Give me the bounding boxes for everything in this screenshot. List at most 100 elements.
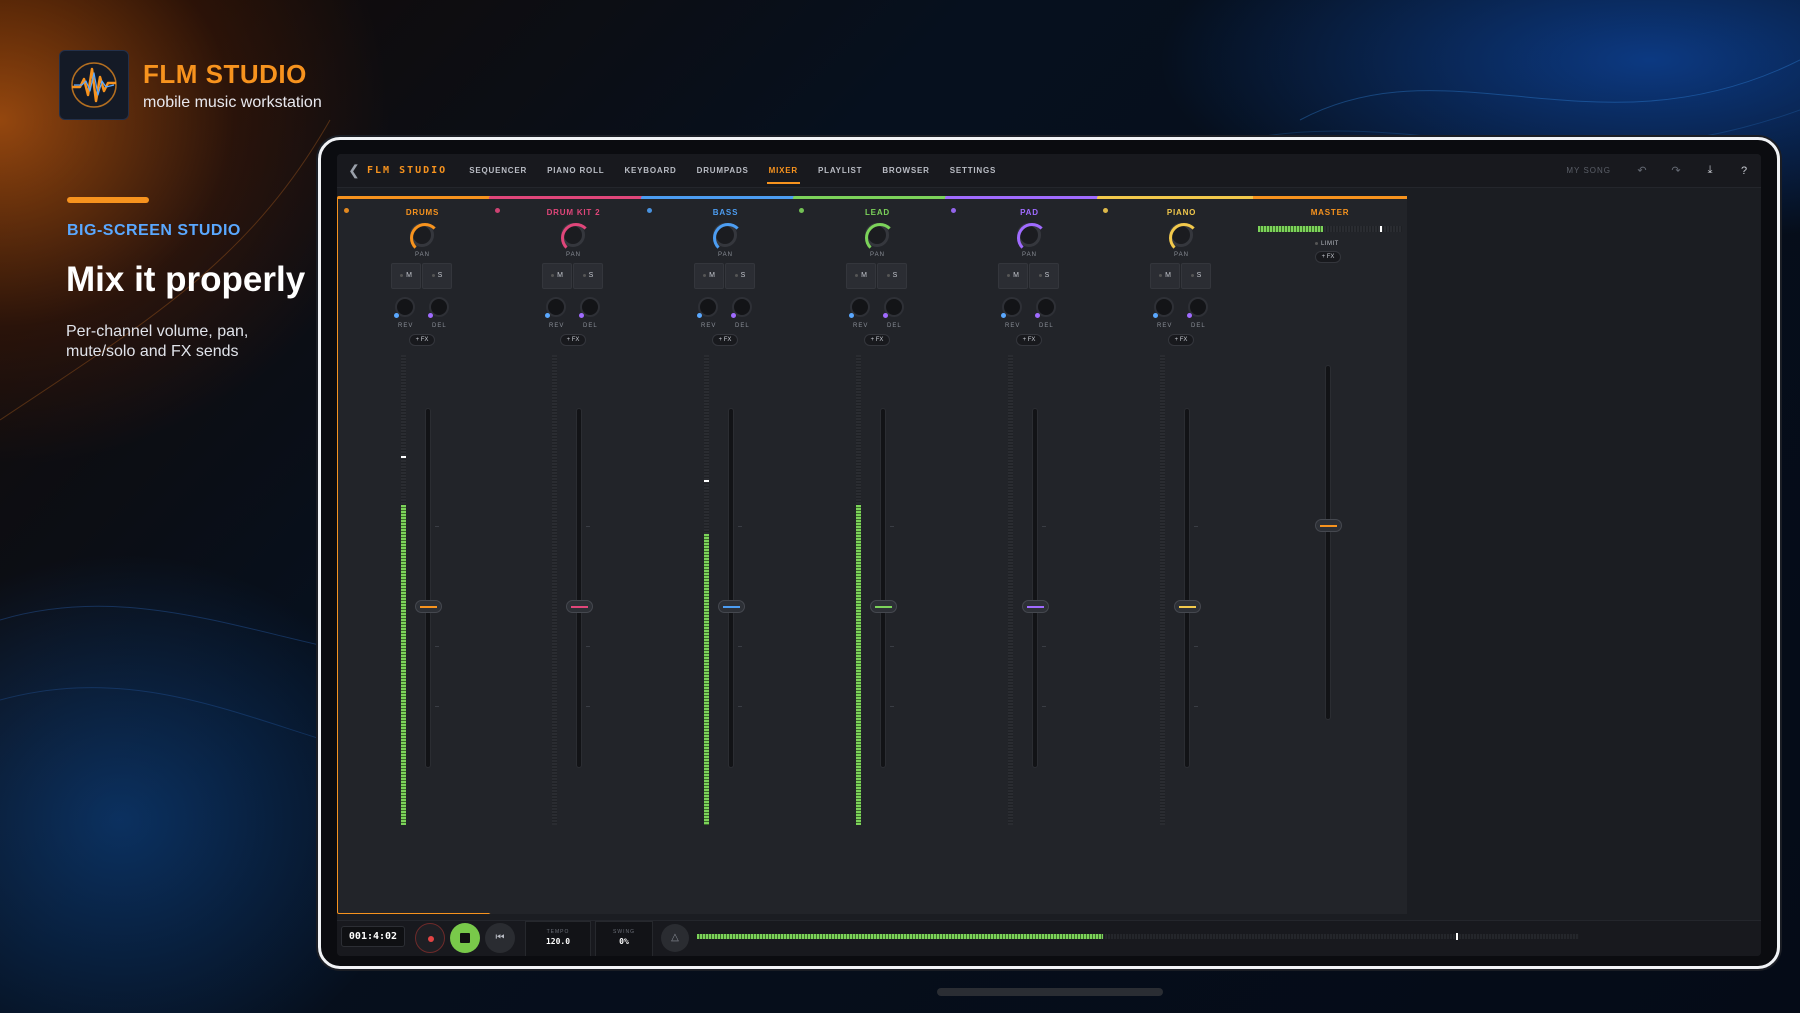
solo-button[interactable]: S: [877, 263, 907, 289]
reverb-send-knob[interactable]: [394, 297, 415, 318]
mute-button[interactable]: M: [391, 263, 421, 289]
volume-fader-track[interactable]: [880, 408, 886, 768]
delay-label: DEL: [1191, 323, 1206, 329]
channel-strip[interactable]: PAD PAN M S REV DEL + FX: [945, 196, 1114, 914]
help-icon[interactable]: ?: [1727, 165, 1761, 177]
delay-send-knob[interactable]: [1035, 297, 1056, 318]
mute-button[interactable]: M: [694, 263, 724, 289]
volume-fader-track[interactable]: [1184, 408, 1190, 768]
mute-button[interactable]: M: [1150, 263, 1180, 289]
solo-button[interactable]: S: [1029, 263, 1059, 289]
redo-icon[interactable]: ↷: [1659, 164, 1693, 177]
pan-knob[interactable]: [410, 223, 440, 253]
pan-knob[interactable]: [561, 223, 591, 253]
stop-button[interactable]: [450, 923, 480, 953]
reverb-send-knob[interactable]: [1001, 297, 1022, 318]
volume-fader-handle[interactable]: [1022, 600, 1049, 613]
tab-drumpads[interactable]: DRUMPADS: [687, 154, 759, 188]
master-fader-handle[interactable]: [1315, 519, 1342, 532]
add-fx-button[interactable]: + FX: [1016, 334, 1042, 346]
metronome-icon[interactable]: △: [661, 924, 689, 952]
add-fx-button[interactable]: + FX: [409, 334, 435, 346]
pan-knob[interactable]: [1169, 223, 1199, 253]
volume-fader-track[interactable]: [728, 408, 734, 768]
volume-fader-handle[interactable]: [870, 600, 897, 613]
solo-button[interactable]: S: [1181, 263, 1211, 289]
channel-strip[interactable]: DRUMS PAN M S REV DEL + FX: [337, 196, 506, 914]
tab-settings[interactable]: SETTINGS: [940, 154, 1006, 188]
channel-strip[interactable]: BASS PAN M S REV DEL + FX: [641, 196, 810, 914]
reverb-label: REV: [398, 323, 414, 329]
master-fader-track[interactable]: [1325, 365, 1331, 720]
tablet-device-frame: ❮ FLM STUDIO SEQUENCER PIANO ROLL KEYBOA…: [318, 137, 1780, 969]
tab-playlist[interactable]: PLAYLIST: [808, 154, 872, 188]
master-add-fx-button[interactable]: + FX: [1315, 251, 1341, 263]
pan-label: PAN: [1022, 252, 1037, 258]
song-name[interactable]: MY SONG: [1566, 166, 1611, 175]
solo-button[interactable]: S: [573, 263, 603, 289]
delay-label: DEL: [432, 323, 447, 329]
skip-back-icon[interactable]: ⏮: [485, 923, 515, 953]
chevron-left-icon[interactable]: ❮: [341, 162, 367, 179]
channel-name: DRUM KIT 2: [546, 208, 601, 217]
volume-fader-handle[interactable]: [1174, 600, 1201, 613]
add-fx-button[interactable]: + FX: [1168, 334, 1194, 346]
reverb-send-knob[interactable]: [1153, 297, 1174, 318]
tab-sequencer[interactable]: SEQUENCER: [459, 154, 537, 188]
volume-fader-track[interactable]: [1032, 408, 1038, 768]
fader-tick: [1194, 646, 1198, 647]
delay-send-knob[interactable]: [579, 297, 600, 318]
swing-control[interactable]: SWING 0%: [595, 921, 653, 956]
master-meter: [1258, 226, 1402, 232]
reverb-send-knob[interactable]: [697, 297, 718, 318]
volume-fader-handle[interactable]: [566, 600, 593, 613]
solo-button[interactable]: S: [422, 263, 452, 289]
brand-subtitle: mobile music workstation: [143, 93, 322, 111]
add-fx-button[interactable]: + FX: [712, 334, 738, 346]
volume-fader-track[interactable]: [576, 408, 582, 768]
tab-browser[interactable]: BROWSER: [872, 154, 939, 188]
add-fx-button[interactable]: + FX: [864, 334, 890, 346]
delay-send-knob[interactable]: [428, 297, 449, 318]
reverb-send-knob[interactable]: [849, 297, 870, 318]
tab-piano-roll[interactable]: PIANO ROLL: [537, 154, 614, 188]
tab-mixer[interactable]: MIXER: [759, 154, 808, 188]
pan-label: PAN: [870, 252, 885, 258]
pan-knob[interactable]: [865, 223, 895, 253]
volume-fader-handle[interactable]: [718, 600, 745, 613]
record-button[interactable]: [415, 923, 445, 953]
reverb-send-knob[interactable]: [545, 297, 566, 318]
master-meter-fill: [1258, 226, 1323, 232]
output-peak-indicator: [1456, 933, 1458, 940]
fader-tick: [435, 526, 439, 527]
channel-strip[interactable]: DRUM KIT 2 PAN M S REV DEL + FX: [489, 196, 658, 914]
tab-keyboard[interactable]: KEYBOARD: [614, 154, 686, 188]
master-name: MASTER: [1310, 208, 1350, 217]
download-icon[interactable]: ⤓: [1693, 164, 1727, 177]
solo-button[interactable]: S: [725, 263, 755, 289]
tempo-control[interactable]: TEMPO 120.0: [525, 921, 591, 956]
volume-fader-handle[interactable]: [415, 600, 442, 613]
fader-tick: [586, 706, 590, 707]
mute-button[interactable]: M: [998, 263, 1028, 289]
app-title: FLM STUDIO: [367, 165, 448, 176]
delay-send-knob[interactable]: [731, 297, 752, 318]
add-fx-button[interactable]: + FX: [560, 334, 586, 346]
pan-knob[interactable]: [1017, 223, 1047, 253]
fader-tick: [890, 646, 894, 647]
tempo-value: 120.0: [545, 937, 571, 946]
channel-strip[interactable]: PIANO PAN M S REV DEL + FX: [1097, 196, 1266, 914]
mute-button[interactable]: M: [846, 263, 876, 289]
delay-send-knob[interactable]: [1187, 297, 1208, 318]
delay-send-knob[interactable]: [883, 297, 904, 318]
fader-tick: [435, 706, 439, 707]
mute-button[interactable]: M: [542, 263, 572, 289]
undo-icon[interactable]: ↶: [1625, 164, 1659, 177]
pan-label: PAN: [718, 252, 733, 258]
fader-tick: [1194, 706, 1198, 707]
reverb-label: REV: [549, 323, 565, 329]
volume-fader-track[interactable]: [425, 408, 431, 768]
pan-knob[interactable]: [713, 223, 743, 253]
limit-toggle[interactable]: LIMIT: [1315, 241, 1339, 247]
channel-strip[interactable]: LEAD PAN M S REV DEL + FX: [793, 196, 962, 914]
